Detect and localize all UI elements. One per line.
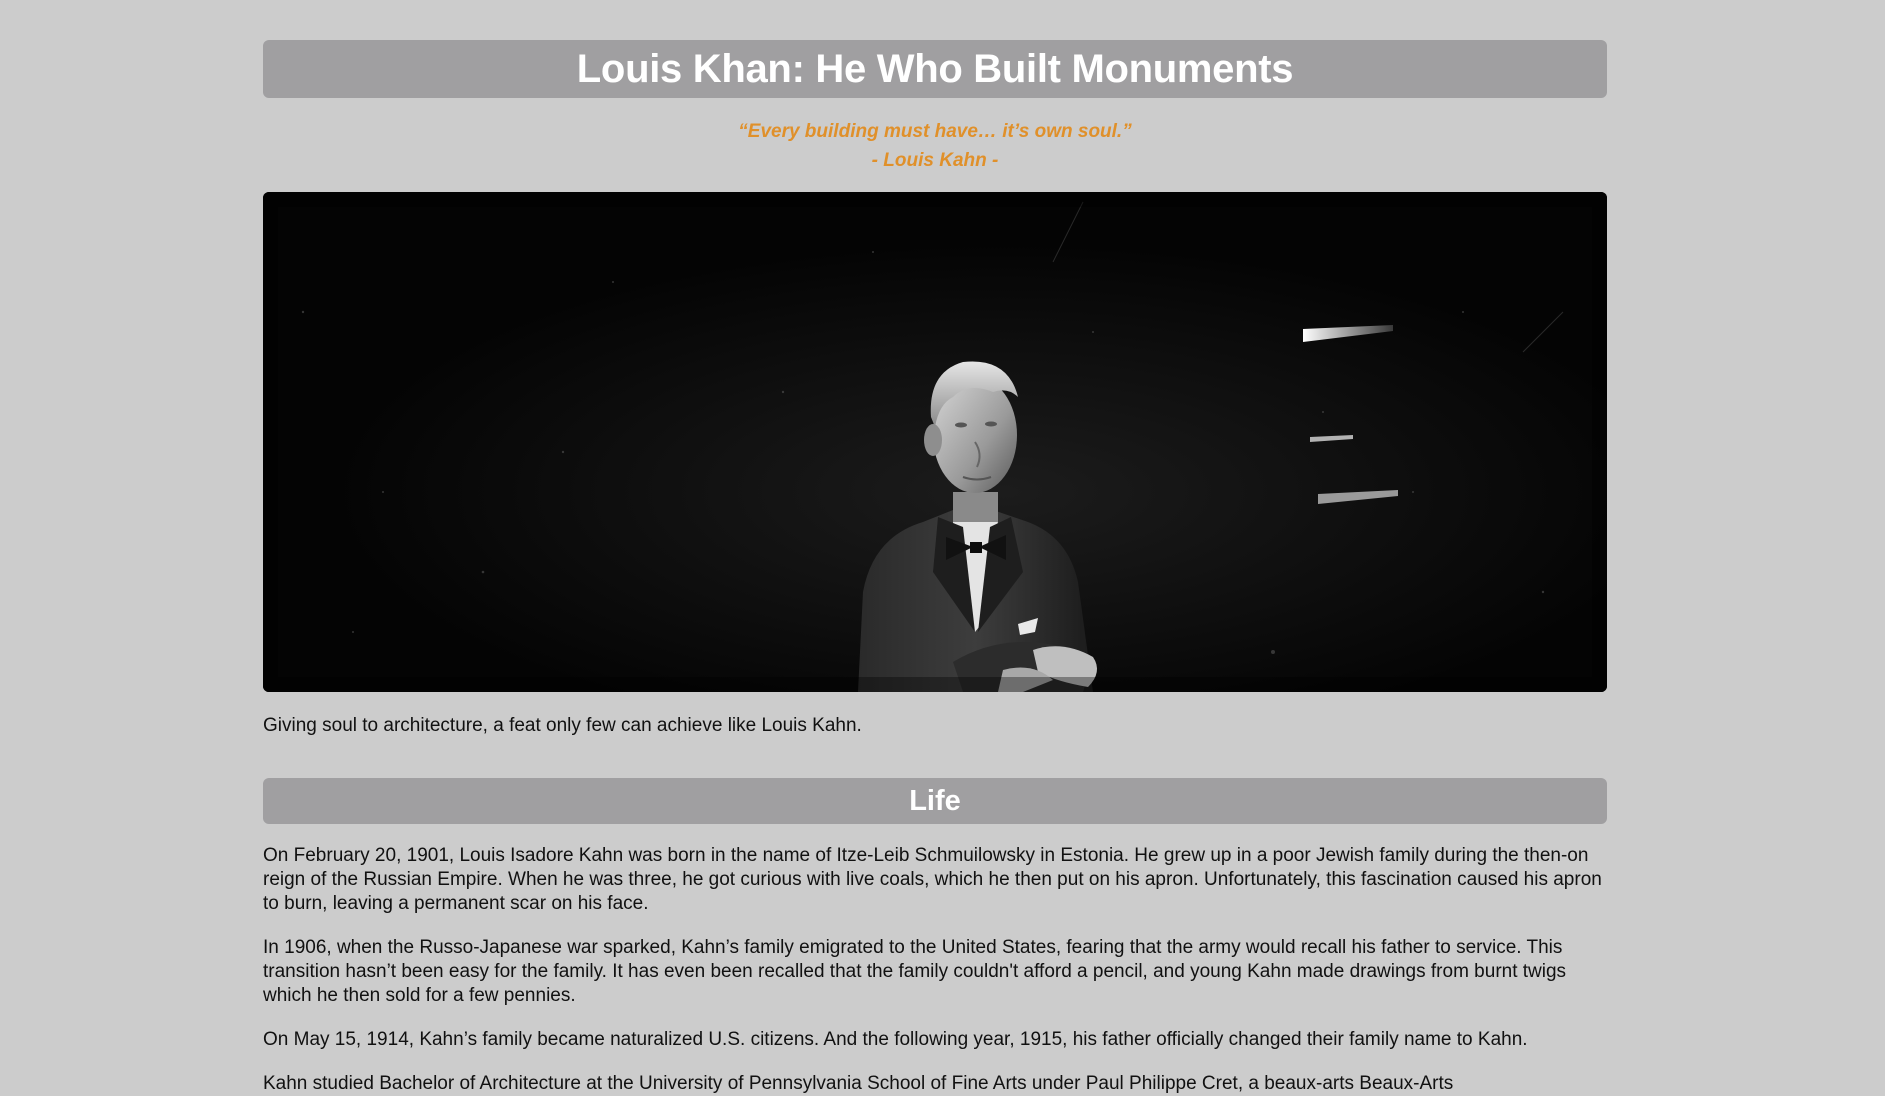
quote-text: “Every building must have… it’s own soul… [738, 121, 1132, 142]
page-container: Louis Khan: He Who Built Monuments “Ever… [263, 40, 1607, 1096]
life-paragraph-1: On February 20, 1901, Louis Isadore Kahn… [263, 845, 1602, 914]
section-life-heading-bar: Life [263, 778, 1607, 824]
section-life-body: On February 20, 1901, Louis Isadore Kahn… [263, 844, 1607, 1096]
life-paragraph-2: In 1906, when the Russo-Japanese war spa… [263, 937, 1567, 1006]
section-heading-life: Life [909, 784, 961, 817]
page-title-bar: Louis Khan: He Who Built Monuments [263, 40, 1607, 98]
quote-block: “Every building must have… it’s own soul… [263, 117, 1607, 175]
hero-caption: Giving soul to architecture, a feat only… [263, 715, 862, 736]
quote-author: - Louis Kahn - [871, 150, 999, 171]
page-title: Louis Khan: He Who Built Monuments [576, 46, 1294, 91]
life-paragraph-4: Kahn studied Bachelor of Architecture at… [263, 1073, 1454, 1094]
hero-image [263, 192, 1607, 692]
life-paragraph-3: On May 15, 1914, Kahn’s family became na… [263, 1029, 1528, 1050]
hero-photo-illustration [263, 192, 1607, 692]
